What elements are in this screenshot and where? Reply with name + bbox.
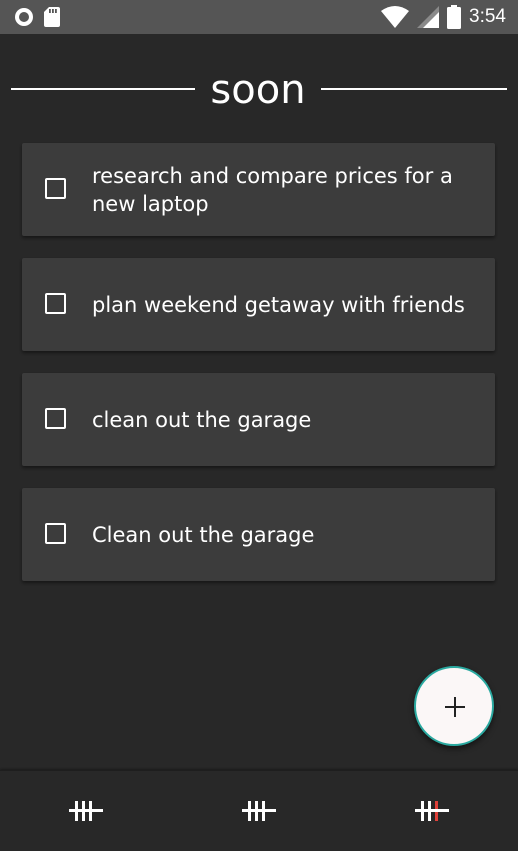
sd-card-icon (44, 7, 60, 27)
task-text: research and compare prices for a new la… (92, 163, 453, 216)
status-time: 3:54 (469, 6, 506, 27)
status-bar: 3:54 (0, 0, 518, 34)
tally-active-icon (415, 801, 449, 821)
task-card[interactable]: Clean out the garage (22, 488, 495, 581)
task-checkbox[interactable] (45, 408, 66, 429)
task-text: plan weekend getaway with friends (92, 292, 465, 317)
header-divider-left (11, 88, 195, 90)
header: soon (0, 66, 518, 116)
wifi-icon (381, 6, 410, 28)
task-card[interactable]: plan weekend getaway with friends (22, 258, 495, 351)
nav-item-2[interactable] (239, 795, 279, 827)
tally-icon (69, 801, 103, 821)
nav-item-3[interactable] (412, 795, 452, 827)
task-checkbox[interactable] (45, 178, 66, 199)
header-divider-right (321, 88, 507, 90)
bottom-nav (0, 770, 518, 851)
status-left-icons (14, 7, 60, 27)
tally-icon (242, 801, 276, 821)
task-text: clean out the garage (92, 407, 312, 432)
plus-icon (445, 697, 465, 717)
nav-item-1[interactable] (66, 795, 106, 827)
task-card[interactable]: clean out the garage (22, 373, 495, 466)
battery-icon (447, 5, 462, 29)
task-checkbox[interactable] (45, 293, 66, 314)
cell-signal-icon (417, 6, 440, 28)
task-card[interactable]: research and compare prices for a new la… (22, 143, 495, 236)
status-right-icons: 3:54 (381, 5, 506, 29)
task-text: Clean out the garage (92, 522, 315, 547)
circle-notification-icon (15, 8, 33, 26)
page-title: soon (210, 67, 306, 113)
add-task-button[interactable] (414, 666, 494, 746)
task-checkbox[interactable] (45, 523, 66, 544)
